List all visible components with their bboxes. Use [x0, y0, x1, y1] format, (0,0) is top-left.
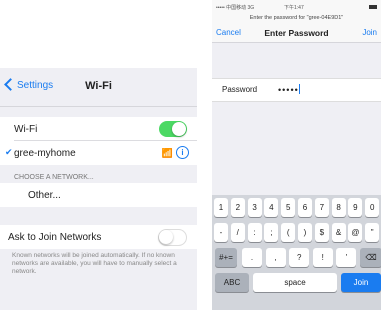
ask-toggle[interactable]: [158, 229, 187, 246]
symbols-toggle-key[interactable]: #+=: [215, 248, 237, 267]
key[interactable]: -: [214, 223, 228, 242]
checkmark-icon: ✔: [5, 147, 13, 157]
key[interactable]: !: [312, 248, 333, 267]
keyboard-row-numbers: 1234567890: [212, 198, 381, 219]
other-network-row[interactable]: Other...: [0, 183, 197, 207]
status-time: 下午1:47: [284, 5, 304, 11]
wifi-toggle-row: Wi-Fi: [0, 117, 197, 141]
key[interactable]: 5: [281, 198, 296, 217]
join-key[interactable]: Join: [341, 273, 381, 292]
key[interactable]: 4: [264, 198, 279, 217]
password-field[interactable]: •••••: [278, 84, 300, 95]
battery-icon: [369, 5, 377, 9]
key[interactable]: ): [298, 223, 312, 242]
key[interactable]: 8: [331, 198, 346, 217]
key[interactable]: &: [331, 223, 346, 242]
ask-to-join-row: Ask to Join Networks: [0, 225, 197, 249]
toggle-knob: [159, 230, 173, 244]
keyboard-row-bottom: ABC space Join: [212, 273, 381, 294]
password-label: Password: [222, 85, 258, 94]
password-row: Password •••••: [212, 78, 381, 102]
wifi-settings-panel: Settings Wi-Fi Wi-Fi ✔ gree-myhome 📶 i C…: [0, 68, 197, 310]
status-bar: ••••• 中国移动 3G 下午1:47: [212, 0, 381, 13]
key[interactable]: $: [314, 223, 329, 242]
carrier-text: ••••• 中国移动 3G: [216, 5, 255, 11]
network-name: gree-myhome: [14, 148, 76, 159]
password-value: •••••: [278, 85, 299, 95]
enter-password-panel: ••••• 中国移动 3G 下午1:47 Enter the password …: [212, 0, 381, 310]
key[interactable]: 3: [247, 198, 262, 217]
key[interactable]: :: [247, 223, 262, 242]
page-title: Enter Password: [264, 28, 329, 38]
other-label: Other...: [28, 190, 61, 201]
wifi-signal-icon: 📶: [161, 148, 173, 158]
keyboard-row-symbols: - /:;() $ & @ ": [212, 223, 381, 244]
key[interactable]: 1: [214, 198, 228, 217]
key[interactable]: (: [281, 223, 296, 242]
backspace-icon[interactable]: ⌫: [360, 248, 381, 267]
connected-network-row[interactable]: ✔ gree-myhome 📶 i: [0, 141, 197, 165]
prompt-subtitle: Enter the password for "gree-04E9D1": [212, 13, 381, 24]
footer-text: Known networks will be joined automatica…: [12, 252, 177, 275]
ask-label: Ask to Join Networks: [8, 232, 102, 243]
key[interactable]: ?: [289, 248, 310, 267]
text-cursor: [298, 84, 300, 94]
key[interactable]: @: [348, 223, 363, 242]
page-title: Wi-Fi: [85, 80, 112, 92]
key[interactable]: 2: [230, 198, 245, 217]
info-icon[interactable]: i: [176, 146, 189, 159]
keyboard: 1234567890 - /:;() $ & @ " #+= .,?! ' ⌫ ABC sp…: [212, 195, 381, 310]
toggle-knob: [172, 122, 186, 136]
space-key[interactable]: space: [253, 273, 337, 292]
key[interactable]: 0: [365, 198, 380, 217]
key[interactable]: 9: [348, 198, 363, 217]
wifi-label: Wi-Fi: [14, 124, 38, 135]
key[interactable]: ': [336, 248, 357, 267]
nav-bar: Settings Wi-Fi: [0, 68, 197, 107]
key[interactable]: 6: [298, 198, 312, 217]
wifi-toggle[interactable]: [159, 121, 187, 137]
key[interactable]: .: [242, 248, 262, 267]
key[interactable]: ": [365, 223, 380, 242]
nav-bar: Cancel Enter Password Join: [212, 24, 381, 43]
key[interactable]: 7: [314, 198, 329, 217]
abc-key[interactable]: ABC: [215, 273, 249, 292]
key[interactable]: ;: [264, 223, 279, 242]
section-header: CHOOSE A NETWORK...: [14, 174, 94, 181]
keyboard-row-punct: #+= .,?! ' ⌫: [212, 248, 381, 269]
key[interactable]: /: [230, 223, 245, 242]
join-button[interactable]: Join: [362, 28, 377, 37]
key[interactable]: ,: [265, 248, 286, 267]
